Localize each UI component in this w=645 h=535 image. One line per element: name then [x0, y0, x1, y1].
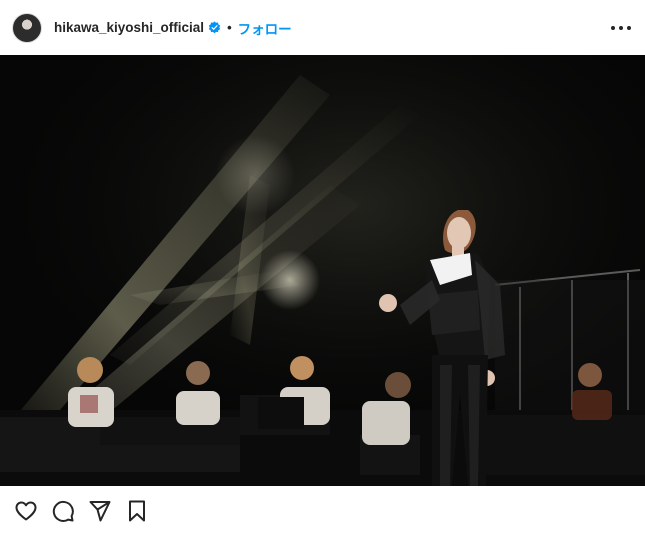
more-options-icon	[611, 25, 631, 30]
share-button[interactable]	[88, 499, 112, 523]
like-button[interactable]	[14, 499, 38, 523]
bookmark-icon	[129, 500, 145, 521]
save-button[interactable]	[125, 499, 149, 523]
post-header: hikawa_kiyoshi_official • フォロー	[0, 0, 645, 55]
comment-icon	[52, 500, 74, 522]
verified-badge-icon	[208, 21, 221, 34]
action-bar	[0, 486, 645, 535]
profile-avatar[interactable]	[12, 12, 42, 43]
concert-photo	[0, 55, 645, 486]
username-link[interactable]: hikawa_kiyoshi_official	[54, 20, 204, 35]
heart-icon	[15, 501, 37, 520]
comment-button[interactable]	[51, 499, 75, 523]
follow-button[interactable]: フォロー	[238, 18, 292, 38]
post-image[interactable]	[0, 55, 645, 486]
instagram-post: hikawa_kiyoshi_official • フォロー	[0, 0, 645, 535]
separator-dot: •	[227, 20, 232, 35]
more-options-button[interactable]	[609, 16, 633, 40]
send-icon	[89, 500, 111, 521]
